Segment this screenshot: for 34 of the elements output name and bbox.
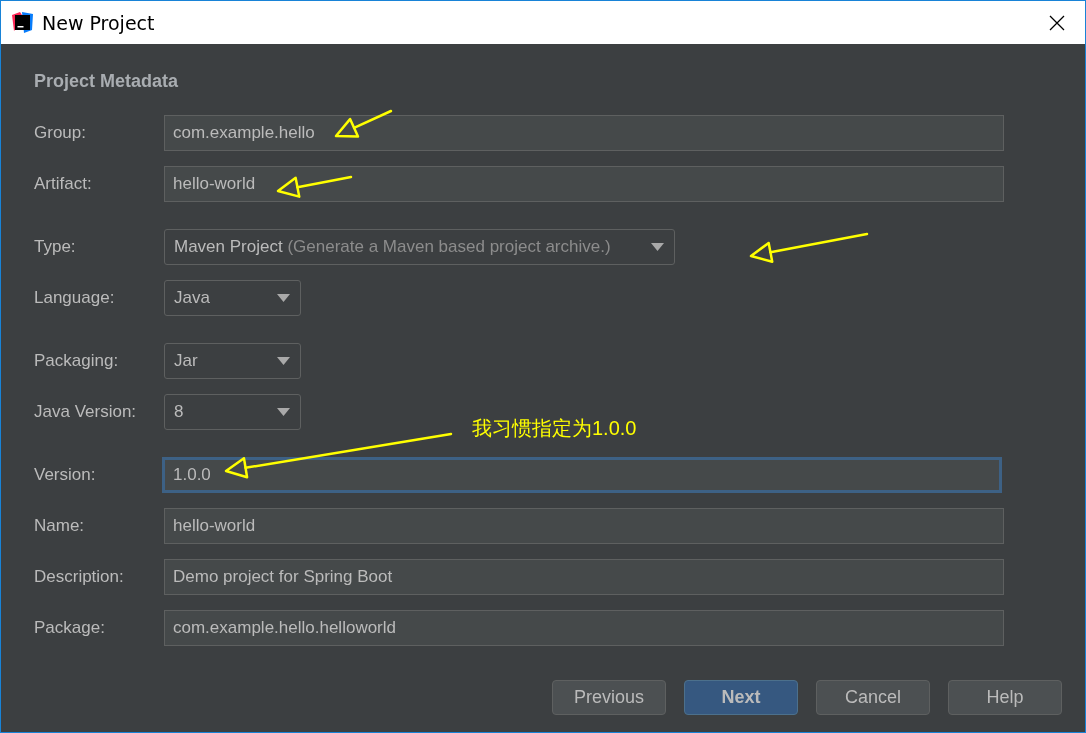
field-label: Type:	[34, 237, 77, 257]
field-label: Packaging:	[34, 351, 120, 371]
field-label: Group:	[34, 123, 87, 143]
input-field[interactable]: 1.0.0	[162, 457, 1002, 493]
dropdown[interactable]: 8	[164, 394, 301, 430]
dropdown-caret-icon	[650, 243, 664, 251]
field-label: Description:	[34, 567, 125, 587]
annotation-note: 我习惯指定为1.0.0	[472, 416, 637, 441]
field-label: Name:	[34, 516, 86, 536]
input-field[interactable]: hello-world	[164, 508, 1004, 544]
input-field[interactable]: hello-world	[164, 166, 1004, 202]
close-icon	[1049, 14, 1065, 31]
field-label: Java Version:	[34, 402, 138, 422]
dialog-button[interactable]: Previous	[552, 680, 666, 715]
dropdown-caret-icon	[277, 357, 290, 365]
window-title: New Project	[42, 11, 156, 34]
field-label: Package:	[34, 618, 106, 638]
section-heading: Project Metadata	[34, 71, 180, 92]
dialog-button[interactable]: Next	[684, 680, 798, 715]
dialog-button[interactable]: Cancel	[816, 680, 930, 715]
field-label: Artifact:	[34, 174, 93, 194]
input-field[interactable]: Demo project for Spring Boot	[164, 559, 1004, 595]
dropdown-caret-icon	[277, 294, 290, 302]
dropdown[interactable]: Maven Project (Generate a Maven based project archive.)	[164, 229, 675, 265]
dropdown[interactable]: Java	[164, 280, 301, 316]
field-label: Version:	[34, 465, 97, 485]
dropdown[interactable]: Jar	[164, 343, 301, 379]
input-field[interactable]: com.example.hello	[164, 115, 1004, 151]
input-field[interactable]: com.example.hello.helloworld	[164, 610, 1004, 646]
dropdown-caret-icon	[277, 408, 290, 416]
dialog-button[interactable]: Help	[948, 680, 1062, 715]
app-logo-icon	[12, 12, 33, 33]
arrow-annotation	[334, 109, 393, 138]
field-label: Language:	[34, 288, 116, 308]
